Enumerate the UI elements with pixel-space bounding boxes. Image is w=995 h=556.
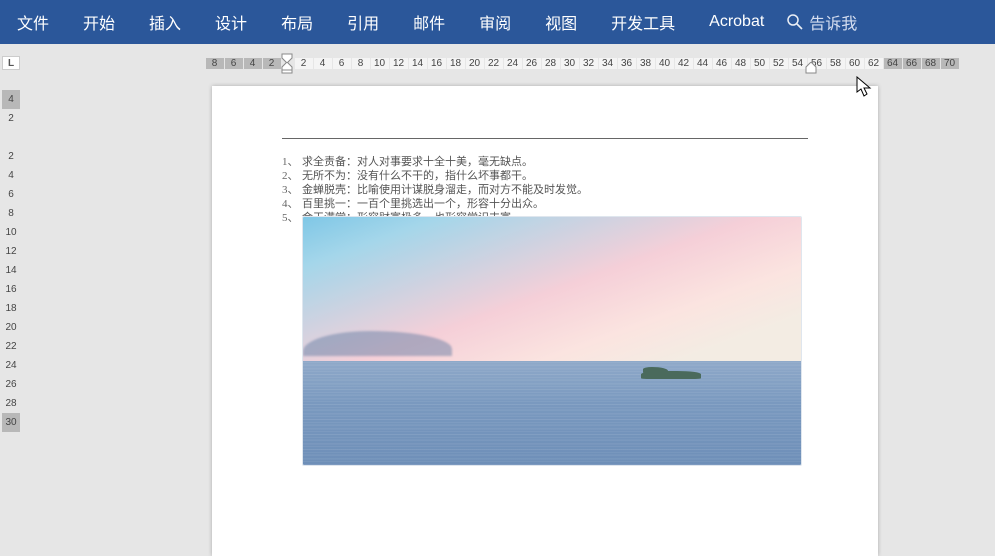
hruler-mark: 14 xyxy=(409,58,427,69)
hruler-mark: 64 xyxy=(884,58,902,69)
hruler-mark: 62 xyxy=(865,58,883,69)
item-text: 金蝉脱壳：比喻使用计谋脱身溜走，而对方不能及时发觉。 xyxy=(302,183,588,197)
hruler-mark: 50 xyxy=(751,58,769,69)
hruler-mark: 60 xyxy=(846,58,864,69)
hruler-mark: 42 xyxy=(675,58,693,69)
hruler-mark: 8 xyxy=(206,58,224,69)
mouse-cursor-icon xyxy=(856,76,874,98)
tab-file[interactable]: 文件 xyxy=(0,0,66,44)
hruler-mark: 68 xyxy=(922,58,940,69)
document-page[interactable]: 1、求全责备：对人对事要求十全十美，毫无缺点。 2、无所不为：没有什么不干的，指… xyxy=(212,86,878,556)
tab-devtools[interactable]: 开发工具 xyxy=(594,0,692,44)
tellme-text: 告诉我 xyxy=(809,10,857,34)
vruler-mark: 8 xyxy=(2,204,20,223)
hruler-mark: 16 xyxy=(428,58,446,69)
vruler-mark: 22 xyxy=(2,337,20,356)
vruler-mark: 10 xyxy=(2,223,20,242)
hruler-mark: 10 xyxy=(371,58,389,69)
tab-acrobat[interactable]: Acrobat xyxy=(692,0,781,44)
hruler-mark: 46 xyxy=(713,58,731,69)
vruler-mark: 4 xyxy=(2,166,20,185)
hruler-mark: 6 xyxy=(333,58,351,69)
hruler-mark: 34 xyxy=(599,58,617,69)
tab-review[interactable]: 审阅 xyxy=(462,0,528,44)
hruler-mark: 48 xyxy=(732,58,750,69)
hruler-mark: 4 xyxy=(314,58,332,69)
hanging-indent-icon[interactable] xyxy=(281,62,293,74)
hruler-mark: 8 xyxy=(352,58,370,69)
item-number: 3、 xyxy=(282,183,298,197)
hruler-mark: 18 xyxy=(447,58,465,69)
item-number: 5、 xyxy=(282,211,298,225)
hruler-mark: 4 xyxy=(244,58,262,69)
item-text: 百里挑一：一百个里挑选出一个，形容十分出众。 xyxy=(302,197,544,211)
hruler-mark: 54 xyxy=(789,58,807,69)
list-item[interactable]: 3、金蝉脱壳：比喻使用计谋脱身溜走，而对方不能及时发觉。 xyxy=(282,183,808,197)
right-indent-icon[interactable] xyxy=(805,62,817,74)
vruler-mark xyxy=(2,128,20,147)
hruler-mark: 2 xyxy=(295,58,313,69)
tab-layout[interactable]: 布局 xyxy=(264,0,330,44)
hruler-mark: 2 xyxy=(263,58,281,69)
hruler-mark: 32 xyxy=(580,58,598,69)
tellme-search[interactable]: 告诉我 xyxy=(787,10,857,34)
tab-references[interactable]: 引用 xyxy=(330,0,396,44)
vruler-mark: 12 xyxy=(2,242,20,261)
horizontal-line xyxy=(282,138,808,139)
hruler-mark: 30 xyxy=(561,58,579,69)
hruler-mark: 12 xyxy=(390,58,408,69)
ruler-tab-selector[interactable]: L xyxy=(2,56,20,70)
hruler-mark: 28 xyxy=(542,58,560,69)
list-item[interactable]: 2、无所不为：没有什么不干的，指什么坏事都干。 xyxy=(282,169,808,183)
vruler-mark: 14 xyxy=(2,261,20,280)
vruler-mark: 4 xyxy=(2,90,20,109)
hruler-mark: 52 xyxy=(770,58,788,69)
hruler-mark: 66 xyxy=(903,58,921,69)
item-text: 求全责备：对人对事要求十全十美，毫无缺点。 xyxy=(302,155,533,169)
hruler-mark: 24 xyxy=(504,58,522,69)
vruler-mark: 30 xyxy=(2,413,20,432)
tab-design[interactable]: 设计 xyxy=(198,0,264,44)
vruler-mark: 2 xyxy=(2,109,20,128)
vruler-mark: 18 xyxy=(2,299,20,318)
lightbulb-icon xyxy=(787,14,803,30)
hruler-mark: 44 xyxy=(694,58,712,69)
tab-view[interactable]: 视图 xyxy=(528,0,594,44)
vruler-mark: 6 xyxy=(2,185,20,204)
inserted-image[interactable] xyxy=(302,216,802,466)
item-number: 4、 xyxy=(282,197,298,211)
list-item[interactable]: 1、求全责备：对人对事要求十全十美，毫无缺点。 xyxy=(282,155,808,169)
item-number: 2、 xyxy=(282,169,298,183)
island-graphic xyxy=(641,371,701,379)
hruler-mark: 70 xyxy=(941,58,959,69)
hruler-mark: 20 xyxy=(466,58,484,69)
vruler-mark: 24 xyxy=(2,356,20,375)
vruler-mark: 16 xyxy=(2,280,20,299)
ribbon: 文件 开始 插入 设计 布局 引用 邮件 审阅 视图 开发工具 Acrobat … xyxy=(0,0,995,44)
vruler-mark: 28 xyxy=(2,394,20,413)
numbered-list: 1、求全责备：对人对事要求十全十美，毫无缺点。 2、无所不为：没有什么不干的，指… xyxy=(282,155,808,225)
tab-insert[interactable]: 插入 xyxy=(132,0,198,44)
vruler-mark: 20 xyxy=(2,318,20,337)
tab-mail[interactable]: 邮件 xyxy=(396,0,462,44)
hruler-mark: 58 xyxy=(827,58,845,69)
vruler-mark: 2 xyxy=(2,147,20,166)
list-item[interactable]: 4、百里挑一：一百个里挑选出一个，形容十分出众。 xyxy=(282,197,808,211)
hruler-mark: 6 xyxy=(225,58,243,69)
hruler-mark: 22 xyxy=(485,58,503,69)
hruler-mark: 38 xyxy=(637,58,655,69)
hruler-mark: 36 xyxy=(618,58,636,69)
tab-home[interactable]: 开始 xyxy=(66,0,132,44)
hruler-mark: 40 xyxy=(656,58,674,69)
hruler-mark: 26 xyxy=(523,58,541,69)
horizontal-ruler[interactable]: 8 6 4 2 2 4 6 8 10 12 14 16 18 20 22 24 … xyxy=(205,53,990,73)
vruler-mark: 26 xyxy=(2,375,20,394)
vertical-ruler[interactable]: 4 2 2 4 6 8 10 12 14 16 18 20 22 24 26 2… xyxy=(2,90,20,554)
sea-graphic xyxy=(303,361,801,465)
item-number: 1、 xyxy=(282,155,298,169)
item-text: 无所不为：没有什么不干的，指什么坏事都干。 xyxy=(302,169,533,183)
